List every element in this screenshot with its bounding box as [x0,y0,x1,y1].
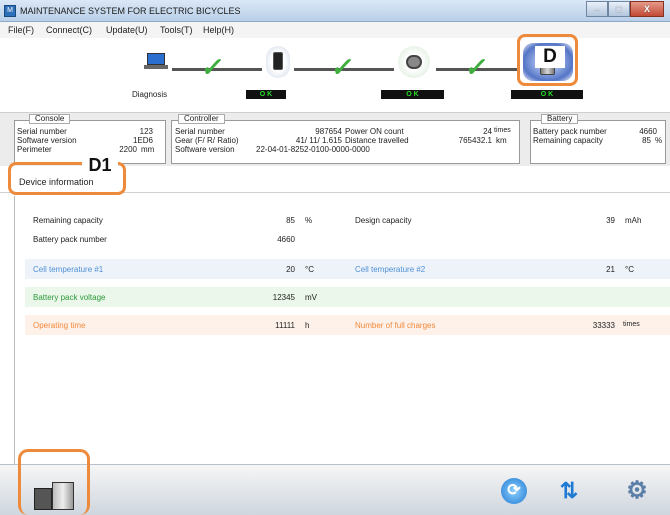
maximize-button[interactable]: □ [608,1,630,17]
design-capacity-value: 39 [606,216,615,225]
power-on-value: 24 [483,127,492,136]
remaining-capacity-label: Remaining capacity [33,216,103,225]
pack-voltage-value: 12345 [272,293,295,302]
controller-gear-label: Gear (F/ R/ Ratio) [175,136,239,145]
detail-row: Cell temperature #1 20 °C Cell temperatu… [25,259,670,279]
battery-pack-number-label: Battery pack number [33,235,107,244]
status-ok-battery: O K [511,90,583,99]
cell-temp-2-unit: °C [625,265,634,274]
globe-refresh-icon[interactable]: ⟳ [501,478,527,504]
power-on-label: Power ON count [345,127,404,136]
detail-row: Remaining capacity 85 % Design capacity … [25,210,670,230]
minimize-button[interactable]: – [586,1,608,17]
distance-label: Distance travelled [345,136,409,145]
menu-help[interactable]: Help(H) [203,25,234,35]
battery-panel: Battery Battery pack number 4660 Remaini… [530,114,666,164]
menu-update[interactable]: Update(U) [106,25,148,35]
design-capacity-unit: mAh [625,216,642,225]
menu-file[interactable]: File(F) [8,25,34,35]
check-icon: ✓ [329,52,357,82]
distance-value: 765432.1 [458,136,492,145]
remaining-capacity-value: 85 [286,216,295,225]
pack-voltage-unit: mV [305,293,317,302]
battery-highlight [517,34,578,86]
console-perimeter-label: Perimeter [17,145,52,154]
cell-temp-1-unit: °C [305,265,314,274]
operating-time-value: 11111 [275,321,295,330]
cell-temp-2-value: 21 [606,265,615,274]
controller-title: Controller [178,114,225,124]
battery-capacity-label: Remaining capacity [533,136,603,145]
cell-temp-1-label: Cell temperature #1 [33,265,104,274]
power-on-unit: times [494,127,511,134]
close-button[interactable]: X [630,1,664,17]
console-serial-value: 123 [139,127,153,136]
operating-time-unit: h [305,321,310,330]
battery-capacity-unit: % [655,136,663,145]
full-charges-unit: times [623,321,640,328]
diagnosis-label: Diagnosis [132,90,168,99]
controller-serial-value: 987654 [315,127,342,136]
device-info-panel: Remaining capacity 85 % Design capacity … [14,196,670,464]
status-ok-controller: O K [246,90,286,99]
callout-label-d1: D1 [82,154,118,176]
detail-row: Battery pack number 4660 [25,229,670,249]
laptop-icon [144,53,168,69]
controller-gear-value: 41/ 11/ 1.615 [295,136,342,145]
controller-software-value: 22-04-01-8252-0100-0000-0000 [256,145,370,154]
battery-device-highlight [18,449,90,515]
controller-icon[interactable] [266,46,290,78]
detail-row: Operating time 11111 h Number of full ch… [25,315,670,335]
cell-temp-1-value: 20 [286,265,295,274]
console-serial-label: Serial number [17,127,67,136]
window-title: MAINTENANCE SYSTEM FOR ELECTRIC BICYCLES [20,6,241,16]
controller-panel: Controller Serial number 987654 Gear (F/… [171,114,520,164]
window-controls: – □ X [586,1,664,19]
bottom-toolbar: ⟳ ⇅ ⚙ [0,464,670,515]
detail-row: Battery pack voltage 12345 mV [25,287,670,307]
settings-gear-icon[interactable]: ⚙ [624,478,650,504]
full-charges-value: 33333 [592,321,615,330]
console-title: Console [29,114,71,124]
pack-voltage-label: Battery pack voltage [33,293,106,302]
check-icon: ✓ [199,52,227,82]
motor-icon[interactable] [398,46,430,78]
controller-software-label: Software version [175,145,235,154]
menu-tools[interactable]: Tools(T) [160,25,193,35]
controller-serial-label: Serial number [175,127,225,136]
console-software-value: 1ED6 [132,136,153,145]
battery-pack-label: Battery pack number [533,127,607,136]
check-icon: ✓ [463,52,491,82]
status-ok-motor: O K [381,90,444,99]
full-charges-label: Number of full charges [355,321,436,330]
operating-time-label: Operating time [33,321,86,330]
title-bar: M MAINTENANCE SYSTEM FOR ELECTRIC BICYCL… [0,0,670,22]
remaining-capacity-unit: % [305,216,313,225]
app-icon: M [4,5,16,17]
console-software-label: Software version [17,136,77,145]
console-perimeter-unit: mm [141,145,155,154]
battery-pack-number-value: 4660 [277,235,295,244]
console-perimeter-value: 2200 [119,145,137,154]
design-capacity-label: Design capacity [355,216,412,225]
battery-title: Battery [541,114,579,124]
battery-pack-value: 4660 [639,127,657,136]
sync-icon[interactable]: ⇅ [556,478,582,504]
menu-connect[interactable]: Connect(C) [46,25,92,35]
cell-temp-2-label: Cell temperature #2 [355,265,426,274]
battery-capacity-value: 85 [642,136,651,145]
distance-unit: km [496,136,507,145]
